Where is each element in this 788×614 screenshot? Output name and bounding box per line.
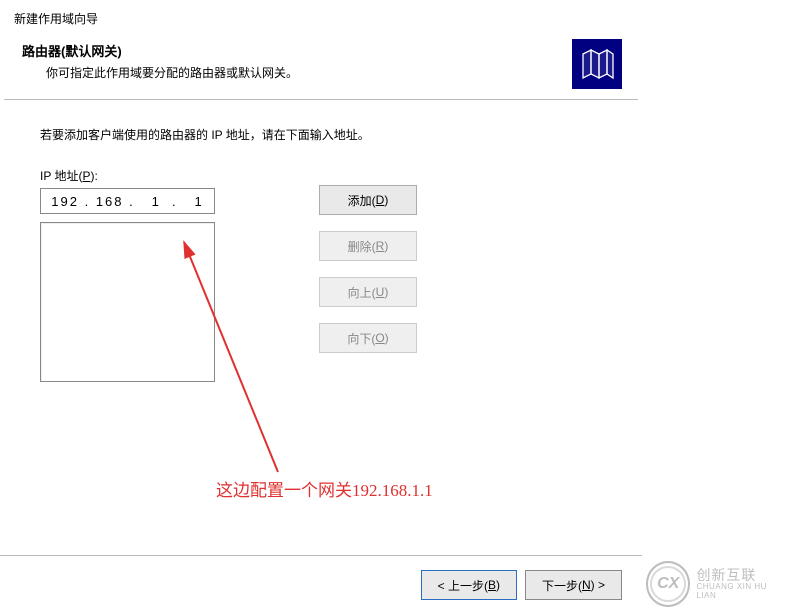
content-area: 若要添加客户端使用的路由器的 IP 地址，请在下面输入地址。 IP 地址(P):… xyxy=(0,100,642,382)
watermark-en: CHUANG XIN HU LIAN xyxy=(696,583,786,601)
header-subtitle: 你可指定此作用域要分配的路由器或默认网关。 xyxy=(22,60,552,81)
next-button[interactable]: 下一步(N) > xyxy=(525,570,622,600)
ip-address-label: IP 地址(P): xyxy=(40,167,215,184)
wizard-dialog: 新建作用域向导 路由器(默认网关) 你可指定此作用域要分配的路由器或默认网关。 … xyxy=(0,0,642,614)
books-icon xyxy=(572,39,622,89)
wizard-header: 路由器(默认网关) 你可指定此作用域要分配的路由器或默认网关。 xyxy=(0,27,642,99)
remove-button: 删除(R) xyxy=(319,231,417,261)
wizard-footer: < 上一步(B) 下一步(N) > xyxy=(0,555,642,600)
header-title: 路由器(默认网关) xyxy=(22,41,552,60)
up-button: 向上(U) xyxy=(319,277,417,307)
instruction-text: 若要添加客户端使用的路由器的 IP 地址，请在下面输入地址。 xyxy=(40,126,602,143)
watermark-cn: 创新互联 xyxy=(696,568,786,583)
watermark: CX 创新互联 CHUANG XIN HU LIAN xyxy=(646,556,786,612)
ip-address-input[interactable] xyxy=(40,188,215,214)
add-button[interactable]: 添加(D) xyxy=(319,185,417,215)
down-button: 向下(O) xyxy=(319,323,417,353)
annotation-text: 这边配置一个网关192.168.1.1 xyxy=(216,476,433,501)
window-title: 新建作用域向导 xyxy=(0,0,642,27)
watermark-logo-icon: CX xyxy=(646,561,690,607)
ip-listbox[interactable] xyxy=(40,222,215,382)
back-button[interactable]: < 上一步(B) xyxy=(421,570,517,600)
